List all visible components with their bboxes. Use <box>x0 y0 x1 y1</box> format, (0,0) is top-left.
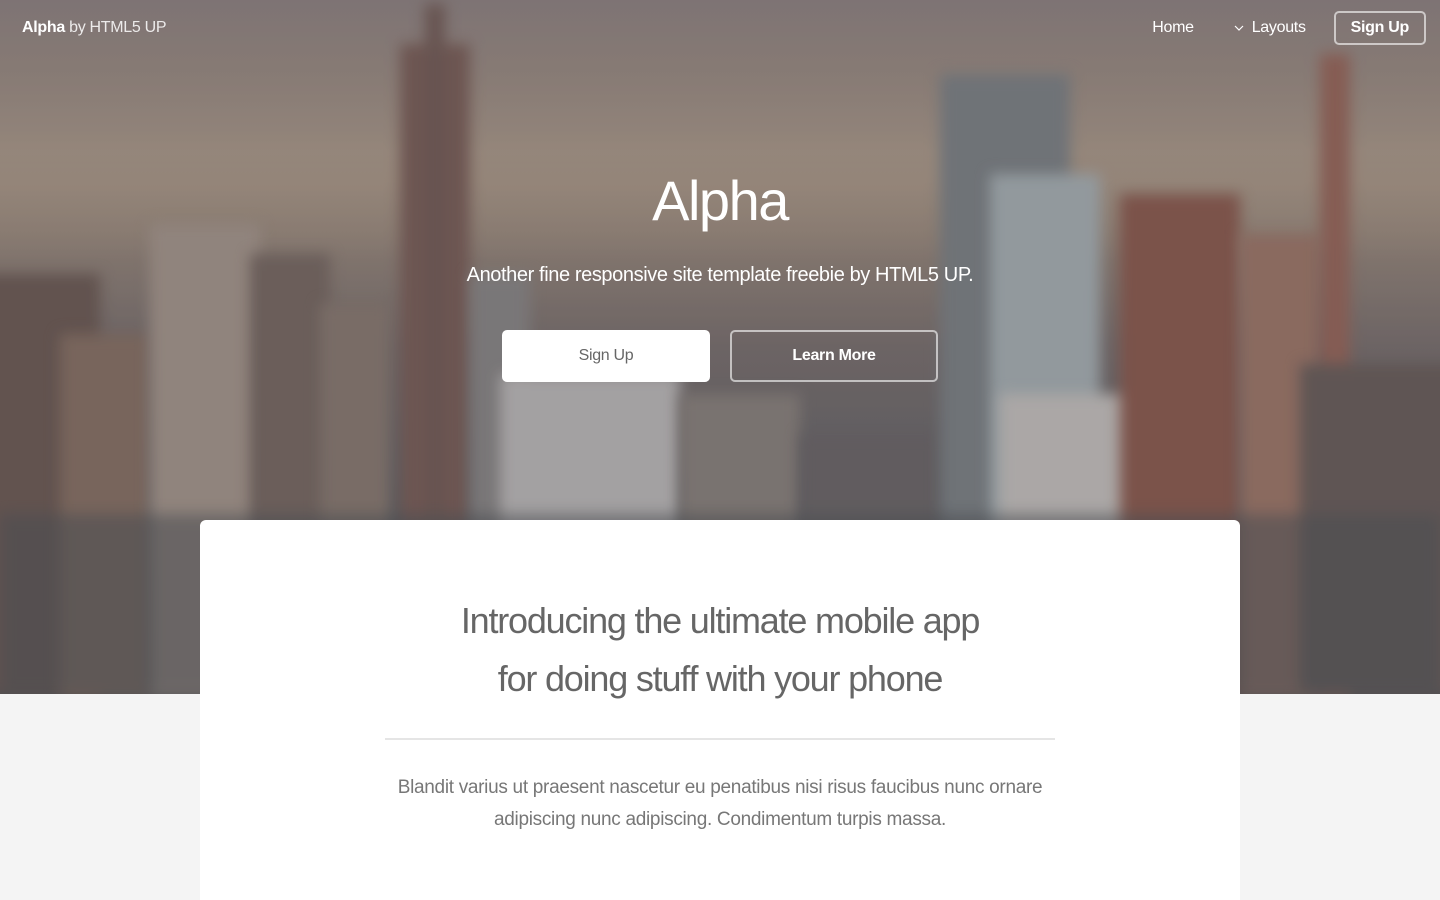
nav-home-label: Home <box>1152 19 1194 36</box>
intro-paragraph: Blandit varius ut praesent nascetur eu p… <box>200 772 1240 836</box>
brand-name: Alpha <box>22 19 65 36</box>
chevron-down-icon <box>1234 25 1244 31</box>
divider <box>385 738 1055 740</box>
intro-paragraph-line2: adipiscing nunc adipiscing. Condimentum … <box>494 809 946 830</box>
intro-paragraph-line1: Blandit varius ut praesent nascetur eu p… <box>397 777 1043 798</box>
hero-actions: Sign Up Learn More <box>0 330 1440 382</box>
nav-home-link[interactable]: Home <box>1152 19 1194 37</box>
intro-heading: Introducing the ultimate mobile app for … <box>200 592 1240 708</box>
nav-signup-button[interactable]: Sign Up <box>1333 11 1426 45</box>
site-header: Alpha by HTML5 UP Home Layouts Sign Up <box>0 0 1440 56</box>
nav-layouts-dropdown[interactable]: Layouts <box>1234 19 1306 37</box>
intro-heading-line1: Introducing the ultimate mobile app <box>460 600 981 641</box>
intro-heading-line2: for doing stuff with your phone <box>497 658 944 699</box>
hero-banner: Alpha Another fine responsive site templ… <box>0 0 1440 520</box>
signup-button[interactable]: Sign Up <box>502 330 710 382</box>
hero-title: Alpha <box>652 169 789 232</box>
brand-byline: by HTML5 UP <box>64 19 167 36</box>
page: Alpha by HTML5 UP Home Layouts Sign Up A… <box>0 0 1440 900</box>
site-logo[interactable]: Alpha by HTML5 UP <box>22 19 167 37</box>
hero-subtitle: Another fine responsive site template fr… <box>466 264 974 286</box>
main-nav: Home Layouts Sign Up <box>1112 11 1426 45</box>
learn-more-button[interactable]: Learn More <box>730 330 938 382</box>
intro-card: Introducing the ultimate mobile app for … <box>200 520 1240 900</box>
nav-layouts-label: Layouts <box>1251 19 1306 36</box>
